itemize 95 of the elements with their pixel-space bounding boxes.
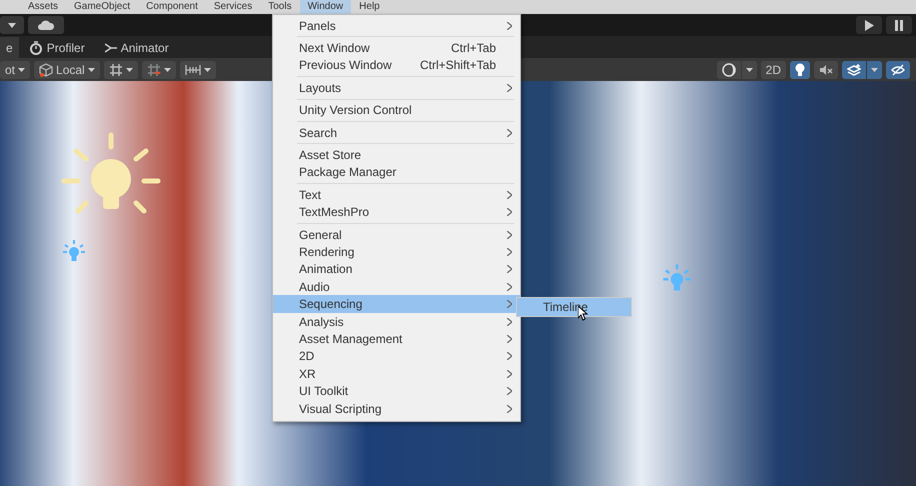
menu-item-label: TextMeshPro [299, 205, 370, 220]
menu-item[interactable]: Audio [273, 278, 520, 296]
ruler-icon [184, 64, 201, 76]
tool-dropdown-button[interactable] [180, 60, 216, 78]
caret-icon [164, 68, 171, 72]
caret-icon [746, 68, 753, 72]
tab[interactable]: Profiler [18, 37, 95, 58]
tab[interactable]: Animator [94, 37, 179, 58]
menu-item[interactable]: General [273, 226, 520, 244]
menu-item[interactable]: Analysis [273, 312, 520, 330]
menu-bar-item[interactable]: Component [138, 0, 206, 14]
cube-icon [39, 62, 54, 76]
tool-dropdown-button[interactable] [142, 60, 176, 78]
stopwatch-icon [28, 40, 43, 54]
pause-icon [895, 20, 903, 30]
menu-item-label: Animation [299, 262, 354, 276]
menu-item-label: Asset Store [299, 148, 362, 162]
mode-toggle-button[interactable]: 2D [760, 60, 786, 78]
menu-bar-item[interactable]: Services [206, 0, 260, 14]
menu-item-label: Search [299, 126, 338, 140]
menu-item-label: Unity Version Control [299, 103, 413, 118]
menu-item[interactable]: Previous Window Ctrl+Shift+Tab [273, 56, 520, 74]
menu-bar-item[interactable]: GameObject [66, 0, 138, 14]
speaker-mute-icon [819, 64, 833, 76]
caret-icon [871, 68, 878, 72]
light-bulb-icon [795, 62, 805, 76]
toggle-button[interactable] [814, 60, 838, 78]
menu-item-label: Package Manager [299, 165, 398, 180]
menu-item[interactable]: 2D [273, 348, 520, 366]
tool-dropdown-button[interactable] [104, 60, 138, 78]
tab[interactable]: e [0, 37, 19, 58]
menu-item-label: 2D [299, 349, 316, 364]
menu-item[interactable]: Package Manager [273, 164, 520, 182]
menu-bar-item[interactable]: Assets [20, 0, 66, 14]
menu-item-label: Sequencing [299, 297, 364, 312]
menu-item[interactable]: XR [273, 365, 520, 382]
menu-item-label: Analysis [299, 314, 345, 329]
menu-item-label: UI Toolkit [299, 384, 350, 398]
menu-item[interactable]: Visual Scripting [273, 400, 520, 418]
eye-slash-icon [891, 64, 905, 76]
grid-icon [108, 62, 123, 76]
menu-item-label: Asset Management [299, 332, 404, 346]
dropdown-button[interactable] [0, 16, 24, 34]
caret-icon [8, 22, 16, 28]
light-bulb-icon [662, 263, 692, 293]
menu-item-label: XR [299, 366, 317, 381]
caret-icon [88, 68, 95, 72]
toggle-button[interactable] [842, 60, 866, 78]
menu-item-label: Rendering [299, 244, 356, 259]
dropdown-button[interactable]: Local [34, 60, 100, 78]
dropdown-arrow-button[interactable] [867, 60, 882, 78]
menu-item[interactable]: Asset Management [273, 330, 520, 348]
caret-icon [18, 68, 26, 72]
cloud-icon [38, 20, 54, 30]
menu-item-label: Visual Scripting [299, 402, 382, 416]
menu-item-label: Next Window [299, 41, 371, 56]
menu-item-label: Layouts [299, 80, 342, 95]
menu-item-label: Panels [299, 18, 337, 33]
menu-item[interactable]: TextMeshPro [273, 204, 520, 221]
menu-item[interactable]: Unity Version Control [273, 102, 520, 119]
play-button[interactable] [856, 16, 882, 34]
cloud-button[interactable] [28, 16, 64, 34]
menu-item[interactable]: Text [273, 186, 520, 204]
menu-item[interactable]: Timeline [517, 298, 631, 316]
light-bulb-icon [62, 239, 86, 263]
shortcut-label: Ctrl+Shift+Tab [420, 58, 496, 72]
menu-item[interactable]: UI Toolkit [273, 382, 520, 400]
sphere-icon [722, 62, 736, 76]
dropdown-button[interactable]: ot [0, 60, 30, 78]
dropdown-arrow-button[interactable] [742, 60, 757, 78]
menu-item-label: Audio [299, 280, 331, 294]
toggle-button[interactable] [886, 60, 910, 78]
connector-icon [104, 42, 117, 52]
caret-icon [126, 68, 133, 72]
menu-item[interactable]: Search [273, 124, 520, 142]
menu-item[interactable]: Asset Store [273, 146, 520, 164]
caret-icon [204, 68, 211, 72]
menu-bar-item[interactable]: Window [300, 0, 352, 14]
shortcut-label: Ctrl+Tab [450, 41, 496, 56]
toggle-button[interactable] [716, 60, 741, 78]
pause-button[interactable] [886, 16, 912, 34]
menu-bar-item[interactable]: Tools [260, 0, 300, 14]
menu-item[interactable]: Rendering [273, 243, 520, 261]
grid-magnet-icon [146, 62, 161, 76]
toggle-button[interactable] [790, 60, 810, 78]
menu-item[interactable]: Sequencing [273, 295, 520, 313]
menu-item-label: Text [299, 188, 322, 202]
play-icon [864, 20, 874, 30]
menu-item-label: Previous Window [299, 58, 393, 72]
layers-icon [847, 64, 861, 76]
menu-item[interactable]: Animation [273, 260, 520, 278]
menu-item-label: General [299, 228, 343, 242]
menu-item[interactable]: Next Window Ctrl+Tab [273, 39, 520, 57]
menu-item[interactable]: Layouts [273, 79, 520, 97]
menu-bar-item[interactable]: Help [351, 0, 388, 14]
